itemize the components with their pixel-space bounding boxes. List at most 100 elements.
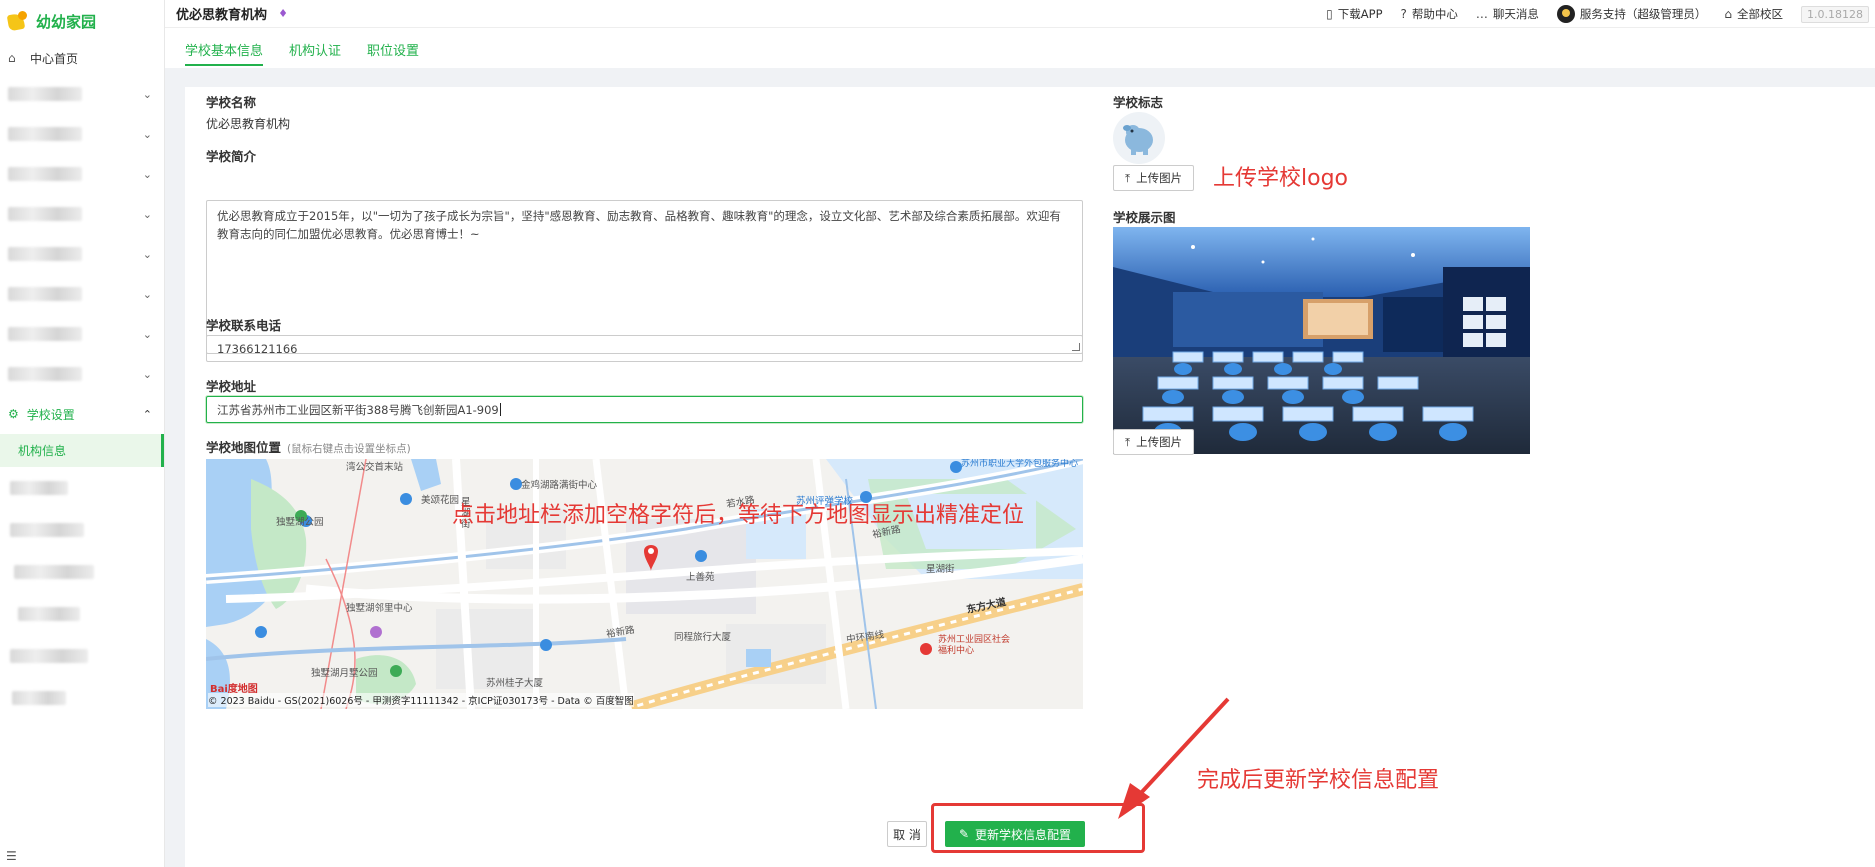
- sidebar-item-blurred[interactable]: ⌄: [0, 74, 164, 114]
- chevron-down-icon: ⌄: [142, 167, 152, 181]
- school-intro-label: 学校简介: [206, 149, 257, 164]
- version-badge: 1.0.18128: [1801, 5, 1869, 23]
- sidebar-subitem-blurred[interactable]: [0, 509, 164, 551]
- mascot-icon: [1123, 125, 1153, 155]
- chevron-down-icon: ⌄: [142, 327, 152, 341]
- main-card: 学校名称 优必思教育机构 学校简介 优必思教育成立于2015年，以"一切为了孩子…: [185, 87, 1875, 867]
- user-menu[interactable]: 服务支持（超级管理员）: [1556, 5, 1707, 23]
- map-poi: 独墅湖公园: [276, 517, 324, 528]
- sidebar-group-school-settings[interactable]: ⚙ 学校设置 ⌃: [0, 394, 164, 434]
- classroom-photo: [1113, 227, 1530, 454]
- tab-position-settings[interactable]: 职位设置: [367, 28, 419, 66]
- help-center-button[interactable]: ? 帮助中心: [1401, 6, 1458, 22]
- school-phone-input[interactable]: 17366121166: [206, 335, 1083, 362]
- sidebar-subitem-blurred[interactable]: [0, 551, 164, 593]
- sidebar-item-blurred[interactable]: ⌄: [0, 274, 164, 314]
- download-app-button[interactable]: ▯ 下载APP: [1326, 6, 1382, 22]
- sidebar-subitem-blurred[interactable]: [0, 467, 164, 509]
- school-map-label-text: 学校地图位置: [206, 440, 282, 455]
- map-copyright: © 2023 Baidu - GS(2021)6026号 - 甲测资字11111…: [208, 693, 634, 707]
- upload-logo-label: 上传图片: [1136, 171, 1183, 185]
- annotation-upload-logo: 上传学校logo: [1213, 166, 1348, 191]
- org-name: 优必思教育机构: [176, 8, 268, 23]
- school-intro-textarea[interactable]: 优必思教育成立于2015年，以"一切为了孩子成长为宗旨"，坚持"感恩教育、励志教…: [206, 200, 1083, 354]
- tab-org-certification[interactable]: 机构认证: [289, 28, 341, 66]
- help-icon: ?: [1400, 7, 1407, 21]
- vip-badge-icon: ♦: [278, 7, 288, 20]
- home-icon: ⌂: [8, 51, 16, 65]
- school-logo-image: [1113, 112, 1165, 164]
- map-poi: 苏州市职业大学外包服务中心: [961, 459, 1079, 469]
- map-poi: 同程旅行大厦: [674, 632, 732, 643]
- school-name-label: 学校名称: [206, 95, 257, 110]
- sidebar-item-blurred[interactable]: ⌄: [0, 194, 164, 234]
- gear-icon: ⚙: [8, 407, 19, 421]
- chat-icon: …: [1475, 7, 1488, 21]
- sidebar-item-blurred[interactable]: ⌄: [0, 314, 164, 354]
- app-logo[interactable]: 幼幼家园: [0, 0, 164, 42]
- help-center-label: 帮助中心: [1411, 7, 1458, 21]
- avatar: [1556, 5, 1575, 23]
- school-address-input[interactable]: 江苏省苏州市工业园区新平街388号腾飞创新园A1-909: [206, 396, 1083, 423]
- top-bar: 优必思教育机构 ♦ ▯ 下载APP ? 帮助中心 … 聊天消息 服务支持（超级管…: [165, 0, 1875, 28]
- chevron-down-icon: ⌄: [142, 207, 152, 221]
- school-phone-label: 学校联系电话: [206, 318, 282, 333]
- map-poi: 独墅湖邻里中心: [346, 603, 413, 614]
- school-intro-text: 优必思教育成立于2015年，以"一切为了孩子成长为宗旨"，坚持"感恩教育、励志教…: [217, 209, 1061, 241]
- campus-label: 全部校区: [1737, 7, 1784, 21]
- update-button-label: 更新学校信息配置: [975, 827, 1072, 842]
- sidebar-item-blurred[interactable]: ⌄: [0, 154, 164, 194]
- sidebar-subitem-blurred[interactable]: [0, 593, 164, 635]
- upload-logo-button[interactable]: ⤒ 上传图片: [1113, 165, 1195, 191]
- text-caret: [499, 403, 501, 416]
- chevron-down-icon: ⌄: [142, 367, 152, 381]
- sidebar-item-blurred[interactable]: ⌄: [0, 354, 164, 394]
- school-address-label: 学校地址: [206, 379, 257, 394]
- sidebar-item-blurred[interactable]: ⌄: [0, 114, 164, 154]
- cancel-button[interactable]: 取 消: [887, 821, 927, 847]
- phone-icon: ▯: [1326, 7, 1333, 21]
- sidebar-subitem-blurred[interactable]: [0, 677, 164, 719]
- school-map-label: 学校地图位置 (鼠标右键点击设置坐标点): [206, 437, 411, 456]
- sidebar-item-label: 中心首页: [30, 51, 79, 66]
- sidebar-item-org-info[interactable]: 机构信息: [0, 434, 164, 467]
- app-name: 幼幼家园: [36, 12, 97, 31]
- map-poi: 上善苑: [686, 572, 715, 583]
- sidebar-item-label: 机构信息: [18, 444, 67, 458]
- chat-messages-button[interactable]: … 聊天消息: [1476, 6, 1539, 22]
- map-road-label: 星湖街: [926, 564, 955, 575]
- sidebar-group-label: 学校设置: [26, 407, 75, 422]
- school-map-hint: (鼠标右键点击设置坐标点): [287, 443, 411, 455]
- chat-messages-label: 聊天消息: [1492, 7, 1539, 21]
- sidebar-item-home[interactable]: ⌂ 中心首页: [0, 42, 164, 74]
- map-poi: 独墅湖月墅公园: [311, 668, 378, 679]
- school-display-image: [1113, 227, 1530, 454]
- sidebar-item-blurred[interactable]: ⌄: [0, 234, 164, 274]
- school-address-value: 江苏省苏州市工业园区新平街388号腾飞创新园A1-909: [217, 402, 499, 417]
- chevron-down-icon: ⌄: [142, 127, 152, 141]
- update-school-info-button[interactable]: ✎ 更新学校信息配置: [945, 821, 1085, 847]
- map-poi: 苏州桂子大厦: [486, 678, 544, 689]
- upload-display-button[interactable]: ⤒ 上传图片: [1113, 429, 1195, 455]
- map-poi: 苏州工业园区社会福利中心: [938, 635, 1011, 656]
- school-logo-label: 学校标志: [1113, 95, 1164, 110]
- home-icon: ⌂: [1724, 7, 1733, 21]
- map-poi: 湾公交首末站: [346, 462, 404, 473]
- user-label: 服务支持（超级管理员）: [1579, 7, 1707, 21]
- chevron-down-icon: ⌄: [142, 287, 152, 301]
- tab-basic-info[interactable]: 学校基本信息: [185, 28, 264, 66]
- sidebar: 幼幼家园 ⌂ 中心首页 ⌄ ⌄ ⌄ ⌄ ⌄ ⌄ ⌄ ⌄ ⚙ 学校设置 ⌃ 机构信…: [0, 0, 165, 867]
- sidebar-subitem-blurred[interactable]: [0, 635, 164, 677]
- logo-icon: [6, 10, 30, 32]
- chevron-down-icon: ⌄: [142, 87, 152, 101]
- school-display-label: 学校展示图: [1113, 210, 1176, 225]
- chevron-up-icon: ⌃: [142, 407, 152, 421]
- download-app-label: 下载APP: [1337, 7, 1383, 21]
- campus-selector[interactable]: ⌂ 全部校区: [1724, 6, 1783, 22]
- annotation-address-tip: 点击地址栏添加空格字符后，等待下方地图显示出精准定位: [452, 503, 1025, 528]
- upload-icon: ⤒: [1125, 434, 1131, 449]
- collapse-menu-icon[interactable]: ☰: [6, 849, 17, 863]
- top-actions: ▯ 下载APP ? 帮助中心 … 聊天消息 服务支持（超级管理员） ⌂ 全部校区…: [1326, 0, 1875, 28]
- upload-display-label: 上传图片: [1136, 435, 1183, 449]
- tab-bar: 学校基本信息 机构认证 职位设置: [165, 28, 1875, 68]
